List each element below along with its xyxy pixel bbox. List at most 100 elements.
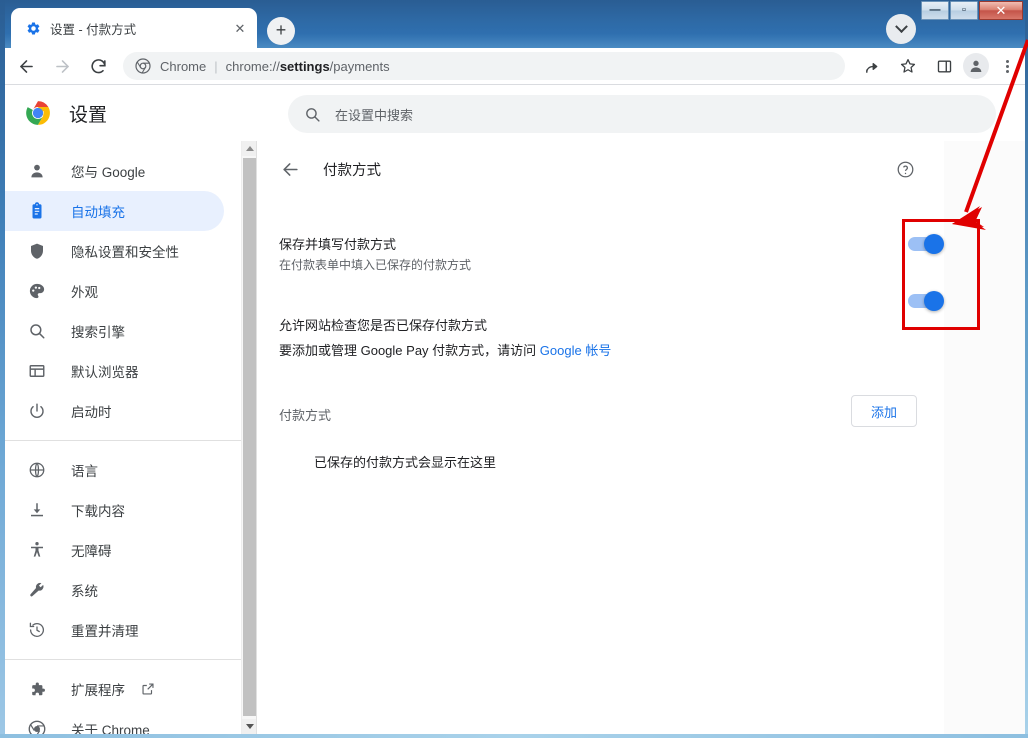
- url-prefix: chrome://: [225, 58, 280, 74]
- sidebar-item-languages[interactable]: 语言: [5, 450, 224, 490]
- tab-close-icon[interactable]: ✕: [231, 19, 249, 37]
- wrench-icon: [27, 580, 47, 600]
- close-icon: ✕: [995, 3, 1007, 18]
- forward-icon[interactable]: [47, 51, 77, 81]
- browser-toolbar: Chrome | chrome://settings/payments: [5, 48, 1025, 85]
- reload-icon[interactable]: [83, 51, 113, 81]
- page-title: 设置: [69, 104, 108, 126]
- omnibox-url: chrome://settings/payments: [226, 59, 390, 74]
- setting-subtitle: 在付款表单中填入已保存的付款方式: [279, 258, 472, 272]
- google-account-link[interactable]: Google 帐号: [540, 343, 612, 358]
- back-to-autofill-icon[interactable]: [279, 158, 301, 180]
- sidebar-item-autofill[interactable]: 自动填充: [5, 191, 224, 231]
- open-in-new-icon[interactable]: [141, 682, 155, 696]
- google-pay-note: 要添加或管理 Google Pay 付款方式，请访问 Google 帐号: [279, 340, 611, 359]
- plus-icon: +: [275, 20, 287, 40]
- scrollbar-thumb[interactable]: [243, 158, 256, 716]
- triangle-down-icon: [245, 724, 254, 729]
- sidebar-item-label: 重置并清理: [71, 624, 139, 639]
- triangle-up-icon: [245, 146, 254, 151]
- browser-window-icon: [27, 361, 47, 381]
- sidebar-item-label: 自动填充: [71, 205, 125, 220]
- accessibility-icon: [27, 540, 47, 560]
- row-text-group: 允许网站检查您是否已保存付款方式: [279, 316, 944, 336]
- sidebar-item-accessibility[interactable]: 无障碍: [5, 530, 224, 570]
- sidebar-item-label: 隐私设置和安全性: [71, 245, 179, 260]
- share-icon[interactable]: [857, 51, 887, 81]
- window-close-button[interactable]: ✕: [979, 1, 1023, 20]
- search-icon: [304, 106, 321, 123]
- new-tab-button[interactable]: +: [267, 17, 295, 45]
- chrome-icon: [135, 58, 151, 74]
- sidebar-item-label: 语言: [71, 464, 98, 479]
- sidebar-item-on-startup[interactable]: 启动时: [5, 391, 224, 431]
- chrome-icon: [27, 719, 47, 734]
- sidebar-item-label: 系统: [71, 584, 98, 599]
- power-icon: [27, 401, 47, 421]
- profile-avatar[interactable]: [963, 53, 989, 79]
- sidebar-item-you-and-google[interactable]: 您与 Google: [5, 151, 224, 191]
- sidebar-item-label: 默认浏览器: [71, 365, 139, 380]
- search-input-placeholder: 在设置中搜索: [335, 107, 414, 123]
- toggle-save-and-fill[interactable]: [908, 234, 944, 254]
- palette-icon: [27, 281, 47, 301]
- sidebar-divider: [5, 440, 242, 441]
- window-maximize-button[interactable]: ▫: [950, 1, 978, 20]
- sidebar-item-search-engine[interactable]: 搜索引擎: [5, 311, 224, 351]
- globe-icon: [27, 460, 47, 480]
- kebab-menu-icon[interactable]: [993, 52, 1021, 80]
- toolbar-right-actions: [851, 51, 1025, 81]
- setting-title: 允许网站检查您是否已保存付款方式: [279, 318, 488, 333]
- kebab-dot: [1005, 59, 1009, 63]
- payments-subheader: 付款方式: [257, 141, 944, 197]
- settings-search-box[interactable]: 在设置中搜索: [288, 95, 996, 133]
- sidebar-item-reset-cleanup[interactable]: 重置并清理: [5, 610, 224, 650]
- browser-window: — ▫ ✕ 设置 - 付款方式 ✕ + Chrome | chrome://se…: [0, 0, 1028, 738]
- sidebar-item-privacy-security[interactable]: 隐私设置和安全性: [5, 231, 224, 271]
- sidebar-divider: [5, 659, 242, 660]
- payment-methods-empty-state: 已保存的付款方式会显示在这里: [314, 455, 497, 470]
- setting-title: 保存并填写付款方式: [279, 237, 397, 252]
- sidebar-item-extensions[interactable]: 扩展程序: [5, 669, 224, 709]
- chevron-down-icon: [894, 19, 908, 33]
- payments-card: 付款方式 保存并填写付款方式 在付款表单中填入已保存的付款方式 允许网站检查您是…: [257, 141, 944, 734]
- google-pay-note-text: 要添加或管理 Google Pay 付款方式，请访问: [279, 343, 540, 358]
- tab-title: 设置 - 付款方式: [50, 22, 137, 37]
- back-icon[interactable]: [11, 51, 41, 81]
- clipboard-icon: [27, 201, 47, 221]
- side-panel-icon[interactable]: [929, 51, 959, 81]
- window-caption-buttons: — ▫ ✕: [920, 1, 1023, 21]
- sidebar-item-system[interactable]: 系统: [5, 570, 224, 610]
- toggle-knob: [924, 234, 944, 254]
- settings-gear-favicon: [25, 20, 41, 36]
- sidebar-item-label: 下载内容: [71, 504, 125, 519]
- sidebar-item-label: 扩展程序: [71, 683, 125, 698]
- sidebar-item-default-browser[interactable]: 默认浏览器: [5, 351, 224, 391]
- star-icon[interactable]: [893, 51, 923, 81]
- download-icon: [27, 500, 47, 520]
- settings-body: 您与 Google 自动填充 隐私设置和安全性 外观 搜索引擎 默认浏览器 启动…: [5, 141, 1025, 734]
- row-text-group: 保存并填写付款方式 在付款表单中填入已保存的付款方式: [279, 235, 944, 275]
- sidebar-item-about-chrome[interactable]: 关于 Chrome: [5, 709, 224, 734]
- help-icon[interactable]: [894, 158, 916, 180]
- settings-content: 付款方式 保存并填写付款方式 在付款表单中填入已保存的付款方式 允许网站检查您是…: [257, 141, 1025, 734]
- url-bold-segment: settings: [279, 58, 330, 74]
- toggle-knob: [924, 291, 944, 311]
- person-icon: [27, 161, 47, 181]
- sidebar-item-appearance[interactable]: 外观: [5, 271, 224, 311]
- scroll-down-arrow-icon[interactable]: [242, 719, 256, 734]
- tab-search-button[interactable]: [886, 14, 916, 44]
- toggle-allow-sites-check[interactable]: [908, 291, 944, 311]
- sidebar-scrollbar[interactable]: [241, 141, 256, 734]
- scroll-up-arrow-icon[interactable]: [242, 141, 256, 156]
- kebab-dot: [1005, 64, 1009, 68]
- sidebar-item-label: 您与 Google: [71, 165, 146, 180]
- sidebar-item-downloads[interactable]: 下载内容: [5, 490, 224, 530]
- browser-tab[interactable]: 设置 - 付款方式 ✕: [11, 8, 257, 48]
- settings-sidebar: 您与 Google 自动填充 隐私设置和安全性 外观 搜索引擎 默认浏览器 启动…: [5, 141, 257, 734]
- add-payment-method-button[interactable]: 添加: [851, 395, 917, 427]
- omnibox-scheme-label: Chrome: [160, 58, 207, 74]
- address-bar[interactable]: Chrome | chrome://settings/payments: [123, 52, 845, 80]
- window-minimize-button[interactable]: —: [921, 1, 949, 20]
- setting-row-save-and-fill[interactable]: 保存并填写付款方式 在付款表单中填入已保存的付款方式: [257, 231, 944, 279]
